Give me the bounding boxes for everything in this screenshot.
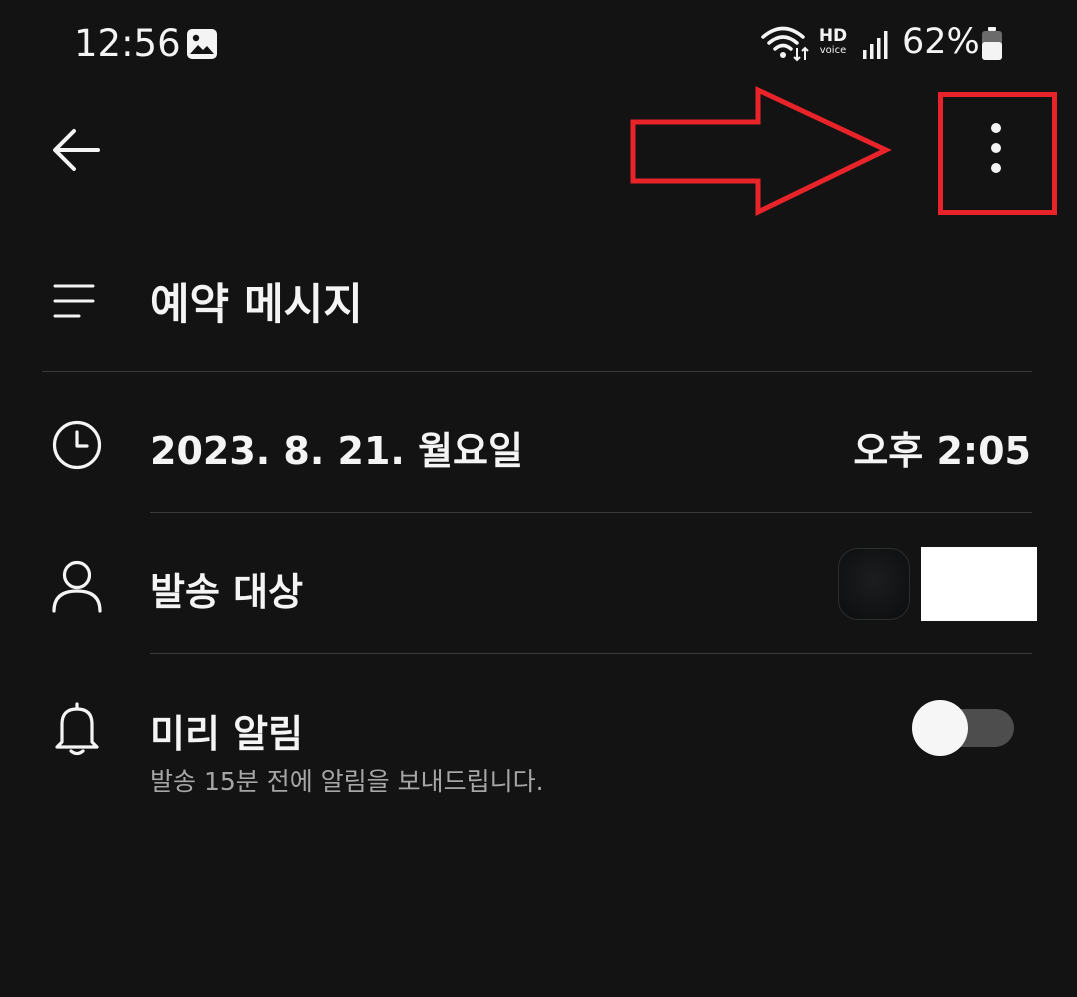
wifi-icon bbox=[760, 26, 810, 66]
arrow-left-icon bbox=[53, 129, 100, 171]
annotation-highlight-box bbox=[938, 92, 1057, 215]
divider bbox=[42, 371, 1032, 372]
message-lines-icon bbox=[52, 282, 96, 326]
voice-badge-text: voice bbox=[819, 45, 847, 56]
clock-icon bbox=[51, 419, 103, 475]
scheduled-message-screen: 12:56 HD voice 62% 예약 메시지 2023. 8. 21. 월… bbox=[0, 0, 1077, 997]
annotation-arrow bbox=[628, 86, 893, 224]
reminder-description: 발송 15분 전에 알림을 보내드립니다. bbox=[150, 767, 544, 796]
person-icon bbox=[50, 558, 104, 618]
reminder-label: 미리 알림 bbox=[150, 712, 304, 756]
divider bbox=[150, 512, 1032, 513]
schedule-date[interactable]: 2023. 8. 21. 월요일 bbox=[150, 420, 523, 475]
bell-icon bbox=[53, 700, 101, 760]
image-notification-icon bbox=[186, 28, 218, 64]
recipient-label: 발송 대상 bbox=[150, 570, 304, 614]
cellular-signal-icon bbox=[862, 30, 890, 64]
schedule-time[interactable]: 오후 2:05 bbox=[853, 420, 1031, 475]
back-button[interactable] bbox=[48, 122, 104, 178]
divider bbox=[150, 653, 1032, 654]
battery-icon bbox=[980, 27, 1004, 65]
reminder-toggle[interactable] bbox=[912, 700, 1016, 756]
hd-badge-text: HD bbox=[818, 26, 848, 46]
recipient-avatar[interactable] bbox=[838, 548, 910, 620]
page-title: 예약 메시지 bbox=[150, 280, 363, 330]
status-time: 12:56 bbox=[74, 22, 181, 65]
hd-voice-icon: HD voice bbox=[815, 26, 851, 57]
battery-percent: 62% bbox=[902, 22, 980, 62]
toggle-knob bbox=[912, 700, 968, 756]
recipient-name-redacted bbox=[921, 547, 1037, 621]
